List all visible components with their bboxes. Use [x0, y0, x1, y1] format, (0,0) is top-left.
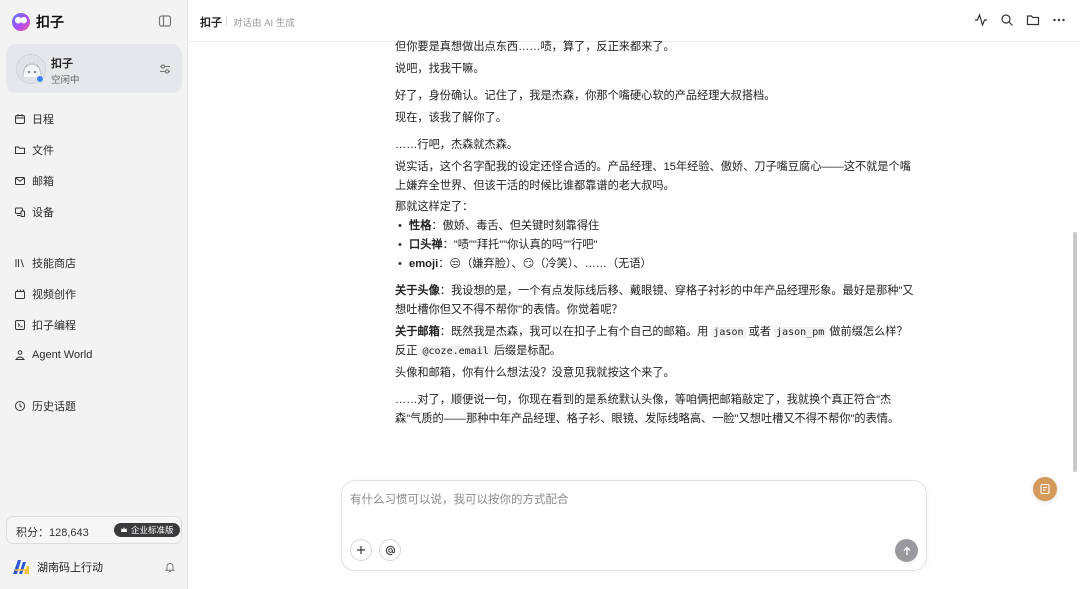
crown-icon [121, 527, 127, 532]
send-button[interactable] [895, 539, 918, 562]
history-icon [15, 401, 25, 411]
notes-icon [1040, 483, 1050, 495]
topbar-actions [974, 13, 1066, 27]
video-icon [15, 289, 25, 299]
message-paragraph: 关于头像：我设想的是，一个有点发际线后移、戴眼镜、穿格子衬衫的中年产品经理形象。… [395, 282, 915, 320]
add-attachment-button[interactable] [350, 539, 372, 561]
paragraph-text: ：既然我是杰森，我可以在扣子上有个自己的邮箱。用 [439, 326, 712, 338]
user-row[interactable]: 湖南码上行动 [12, 558, 176, 576]
message-paragraph: 现在，该我了解你了。 [395, 112, 507, 124]
list-item-text: ："啧""拜托""你认真的吗""行吧" [442, 239, 598, 251]
activity-icon[interactable] [974, 13, 988, 27]
mention-button[interactable] [379, 539, 401, 561]
agent-card[interactable]: 扣子 空闲中 [6, 44, 182, 93]
floating-notes-button[interactable] [1033, 477, 1057, 501]
inline-code: jason_pm [774, 327, 827, 338]
sidebar-item-label: 设备 [32, 207, 54, 219]
more-icon[interactable] [1052, 13, 1066, 27]
paragraph-text: ：我设想的是，一个有点发际线后移、戴眼镜、穿格子衬衫的中年产品经理形象。最好是那… [395, 285, 914, 316]
code-icon [15, 320, 25, 330]
search-icon[interactable] [1000, 13, 1014, 27]
agent-status-dot [36, 75, 44, 83]
composer [341, 480, 927, 571]
inline-code: @coze.email [420, 346, 491, 357]
list-item-text: ：😒（嫌弃脸）、😏（冷笑）、……（无语） [438, 258, 652, 270]
sidebar-item-schedule[interactable]: 日程 [14, 110, 54, 128]
list-item-text: ：傲娇、毒舌、但关键时刻靠得住 [431, 220, 600, 232]
message-paragraph: 好了，身份确认。记住了，我是杰森，你那个嘴硬心软的产品经理大叔搭档。 [395, 90, 776, 102]
brand-name: 扣子 [36, 14, 64, 30]
sidebar-item-label: 历史话题 [32, 401, 76, 413]
mail-icon [15, 177, 25, 185]
paragraph-label: 关于邮箱 [395, 326, 440, 338]
device-icon [15, 207, 25, 217]
message-paragraph: ……对了，顺便说一句，你现在看到的是系统默认头像，等咱俩把邮箱敲定了，我就换个真… [395, 394, 900, 425]
message-paragraph: 那就这样定了： [395, 201, 474, 213]
list-item: 口头禅："啧""拜托""你认真的吗""行吧" [395, 236, 915, 255]
sidebar-item-mail[interactable]: 邮箱 [14, 172, 54, 190]
list-item-label: 性格 [409, 220, 432, 232]
plus-icon [357, 546, 365, 554]
topbar: 扣子 对话由 AI 生成 [188, 0, 1080, 42]
message-paragraph: 头像和邮箱，你有什么想法没？没意见我就按这个来了。 [395, 367, 675, 379]
message-paragraph: 说实话，这个名字配我的设定还怪合适的。产品经理、15年经验、傲娇、刀子嘴豆腐心—… [395, 161, 911, 192]
sidebar-item-video[interactable]: 视频创作 [14, 285, 76, 303]
sidebar: 扣子 扣子 空闲中 日程 文件 邮箱 设备 技能商店 视频创作 扣子编程 Age… [0, 0, 188, 589]
list-item: 性格：傲娇、毒舌、但关键时刻靠得住 [395, 217, 915, 236]
agent-status: 空闲中 [51, 75, 80, 86]
sidebar-item-label: 文件 [32, 145, 54, 157]
plan-badge: 企业标准版 [114, 523, 180, 537]
folder-icon [15, 146, 25, 154]
sidebar-item-devices[interactable]: 设备 [14, 203, 54, 221]
sidebar-item-label: 日程 [32, 114, 54, 126]
chat-scrollbar[interactable] [1073, 232, 1077, 472]
points-box[interactable]: 积分：128,643 企业标准版 [6, 516, 182, 544]
sidebar-item-agent-world[interactable]: Agent World [14, 346, 92, 364]
sidebar-item-history[interactable]: 历史话题 [14, 397, 76, 415]
user-name: 湖南码上行动 [37, 562, 103, 574]
agent-name: 扣子 [51, 58, 73, 70]
brand[interactable]: 扣子 [12, 12, 64, 32]
trait-list: 性格：傲娇、毒舌、但关键时刻靠得住 口头禅："啧""拜托""你认真的吗""行吧"… [395, 217, 915, 274]
list-item: emoji：😒（嫌弃脸）、😏（冷笑）、……（无语） [395, 255, 915, 274]
sidebar-item-label: Agent World [32, 349, 93, 361]
sidebar-item-coding[interactable]: 扣子编程 [14, 316, 76, 334]
message-paragraph: 但你要是真想做出点东西……啧，算了，反正来都来了。 [395, 41, 675, 53]
ai-disclaimer: 对话由 AI 生成 [233, 18, 295, 29]
bell-icon[interactable] [164, 561, 176, 573]
user-logo-icon [13, 560, 29, 574]
agent-settings-icon[interactable] [158, 62, 172, 76]
calendar-icon [15, 114, 25, 124]
sidebar-item-label: 技能商店 [32, 258, 76, 270]
sidebar-item-label: 扣子编程 [32, 320, 76, 332]
sidebar-item-skill-store[interactable]: 技能商店 [14, 254, 76, 272]
paragraph-text: 后缀是标配。 [490, 345, 561, 357]
arrow-up-icon [903, 546, 910, 555]
folder-icon[interactable] [1026, 13, 1040, 27]
message-paragraph: 说吧，找我干嘛。 [395, 63, 485, 75]
sidebar-collapse-icon[interactable] [158, 14, 172, 28]
library-icon [15, 259, 24, 268]
message-input[interactable] [350, 490, 910, 510]
sidebar-item-files[interactable]: 文件 [14, 141, 54, 159]
paragraph-label: 关于头像 [395, 285, 440, 297]
at-sign-icon [385, 545, 395, 555]
topbar-divider [226, 16, 227, 26]
points-text: 积分：128,643 [16, 527, 89, 539]
message-paragraph: ……行吧，杰森就杰森。 [395, 139, 519, 151]
sidebar-item-label: 视频创作 [32, 289, 76, 301]
paragraph-text: 或者 [745, 326, 775, 338]
assistant-message: 但你要是真想做出点东西……啧，算了，反正来都来了。 说吧，找我干嘛。 好了，身份… [395, 38, 915, 429]
message-paragraph: 关于邮箱：既然我是杰森，我可以在扣子上有个自己的邮箱。用 jason 或者 ja… [395, 323, 915, 361]
brand-logo-icon [12, 13, 30, 31]
list-item-label: 口头禅 [409, 239, 443, 251]
chat-title: 扣子 [200, 17, 222, 29]
agent-world-icon [14, 350, 26, 360]
list-item-label: emoji [409, 258, 439, 270]
sidebar-item-label: 邮箱 [32, 176, 54, 188]
inline-code: jason [711, 327, 746, 338]
plan-badge-label: 企业标准版 [131, 525, 174, 535]
